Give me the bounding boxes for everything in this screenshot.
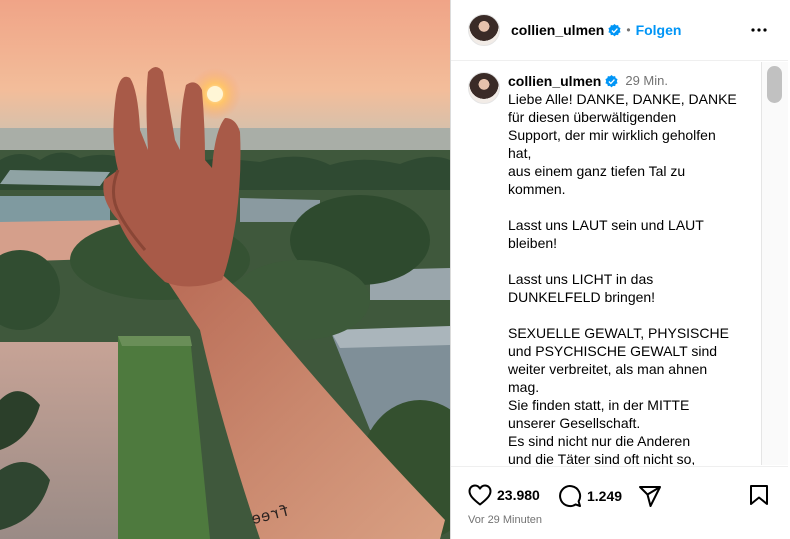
separator-dot: •	[626, 23, 631, 37]
save-button[interactable]	[749, 484, 769, 506]
caption-time: 29 Min.	[625, 73, 668, 88]
scrollbar[interactable]	[761, 62, 788, 465]
bookmark-icon	[750, 485, 768, 505]
comment-count[interactable]: 1.249	[587, 488, 622, 504]
like-count[interactable]: 23.980	[497, 487, 540, 503]
caption-area: collien_ulmen 29 Min. Liebe Alle! DANKE,…	[451, 62, 761, 465]
follow-button[interactable]: Folgen	[636, 22, 682, 38]
post-timestamp[interactable]: Vor 29 Minuten	[468, 514, 542, 526]
verified-badge-icon	[608, 23, 621, 36]
avatar[interactable]	[468, 14, 500, 46]
caption-comment: collien_ulmen 29 Min. Liebe Alle! DANKE,…	[451, 62, 761, 465]
caption-username[interactable]: collien_ulmen	[508, 72, 601, 90]
username-link[interactable]: collien_ulmen	[511, 22, 604, 38]
more-options-icon[interactable]	[750, 22, 768, 38]
caption-header: collien_ulmen 29 Min.	[508, 72, 761, 90]
heart-icon	[468, 484, 492, 506]
paper-plane-icon	[639, 486, 661, 507]
sunset-photo: free	[0, 0, 450, 539]
post-sidebar: collien_ulmen • Folgen collien_ulmen 29 …	[450, 0, 790, 539]
share-button[interactable]	[638, 484, 662, 508]
comment-bubble-icon	[559, 485, 582, 508]
verified-badge-icon	[605, 74, 618, 87]
caption-text: Liebe Alle! DANKE, DANKE, DANKE für dies…	[508, 91, 737, 465]
caption-body: collien_ulmen 29 Min. Liebe Alle! DANKE,…	[508, 72, 761, 465]
caption-avatar[interactable]	[468, 72, 500, 104]
post-image[interactable]: free	[0, 0, 450, 539]
action-bar: 23.980 1.249 Vor 29 Minuten	[451, 466, 788, 539]
scrollbar-thumb[interactable]	[767, 66, 782, 103]
post-header: collien_ulmen • Folgen	[451, 0, 788, 61]
like-button[interactable]: 23.980	[468, 484, 540, 506]
comment-button[interactable]: 1.249	[558, 484, 622, 508]
